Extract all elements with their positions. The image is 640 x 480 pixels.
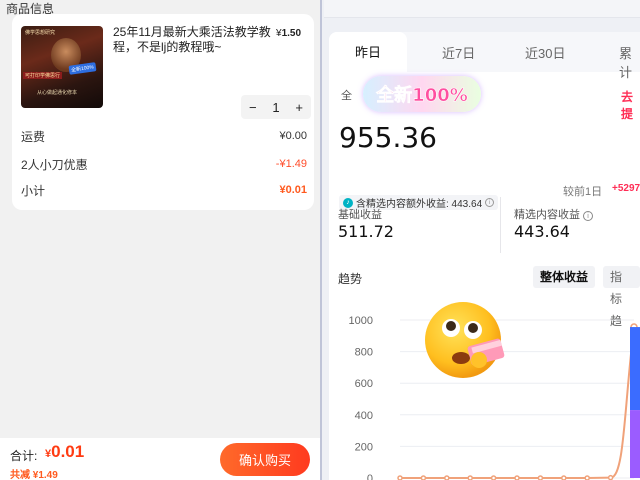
all-label: 全: [341, 90, 352, 102]
confirm-purchase-button[interactable]: 确认购买: [220, 443, 310, 476]
tab-30days[interactable]: 近30日: [525, 43, 565, 62]
minus-button[interactable]: −: [249, 100, 257, 115]
row-value: ¥0.00: [279, 130, 307, 142]
top-strip: [324, 0, 640, 18]
product-price: ¥1.50: [276, 28, 301, 39]
metric-value-basic: 511.72: [338, 222, 394, 241]
row-label: 运费: [21, 129, 46, 144]
info-icon[interactable]: i: [485, 198, 495, 207]
thumb-text-2: 可打印学佛思行: [23, 72, 63, 79]
shipping-row: 运费 ¥0.00: [21, 127, 307, 145]
tab-total[interactable]: 累计: [619, 43, 640, 81]
order-panel: 商品信息 佛学思想研究 全新100% 可打印学佛思行 从心做起通化修本 25年1…: [0, 0, 320, 480]
thumb-text-1: 佛学思想研究: [25, 30, 56, 36]
product-card: 佛学思想研究 全新100% 可打印学佛思行 从心做起通化修本 25年11月最新大…: [12, 14, 314, 210]
price-value: 1.50: [281, 28, 302, 39]
row-label: 小计: [21, 183, 46, 198]
checkout-bar: 合计: ¥0.01 共减 ¥1.49 确认购买: [0, 438, 320, 480]
earnings-card: 昨日 近7日 近30日 累计 全 全新100% 去提 955.36 较前1日 +…: [329, 32, 640, 480]
saving-text: 共减 ¥1.49: [10, 470, 58, 480]
metric-divider: [500, 197, 501, 253]
new-badge-sticker: 全新100%: [363, 76, 481, 112]
product-title: 25年11月最新大乘活法教学教程，不是lj的教程哦~: [113, 25, 271, 54]
total-amount: 0.01: [51, 442, 85, 461]
row-label: 2人小刀优惠: [21, 157, 88, 172]
tab-7days[interactable]: 近7日: [442, 43, 475, 62]
quantity-stepper: − 1 +: [241, 95, 311, 119]
tab-yesterday[interactable]: 昨日: [329, 32, 407, 72]
info-icon[interactable]: i: [583, 211, 593, 221]
thumb-text-3: 从心做起通化修本: [37, 90, 78, 96]
quantity-value[interactable]: 1: [272, 100, 279, 115]
trend-label: 趋势: [338, 272, 363, 286]
total-earnings: 955.36: [339, 121, 437, 154]
total-value: ¥0.01: [45, 442, 84, 462]
tab-metric-trend[interactable]: 指标趋: [603, 266, 640, 328]
row-value: -¥1.49: [275, 158, 307, 170]
metric-label-basic: 基础收益: [338, 209, 382, 221]
featured-label-text: 精选内容收益: [514, 209, 580, 221]
compare-label: 较前1日: [563, 186, 603, 198]
tab-overall-income[interactable]: 整体收益: [533, 266, 596, 288]
emoji-sticker-icon: [425, 302, 505, 378]
period-tabs: 昨日 近7日 近30日 累计: [329, 32, 640, 80]
metric-value-featured: 443.64: [514, 222, 570, 241]
subtotal-row: 小计 ¥0.01: [21, 181, 307, 199]
plus-button[interactable]: +: [295, 100, 303, 115]
badge-text: 全新100%: [376, 85, 468, 107]
compare-value: +52975: [612, 183, 640, 194]
total-label: 合计:: [10, 449, 38, 463]
discount-row: 2人小刀优惠 -¥1.49: [21, 155, 307, 173]
withdraw-link[interactable]: 去提: [621, 88, 640, 122]
product-thumbnail[interactable]: 佛学思想研究 全新100% 可打印学佛思行 从心做起通化修本: [21, 26, 103, 108]
row-value: ¥0.01: [279, 184, 307, 196]
metric-label-featured: 精选内容收益 i: [514, 206, 593, 222]
